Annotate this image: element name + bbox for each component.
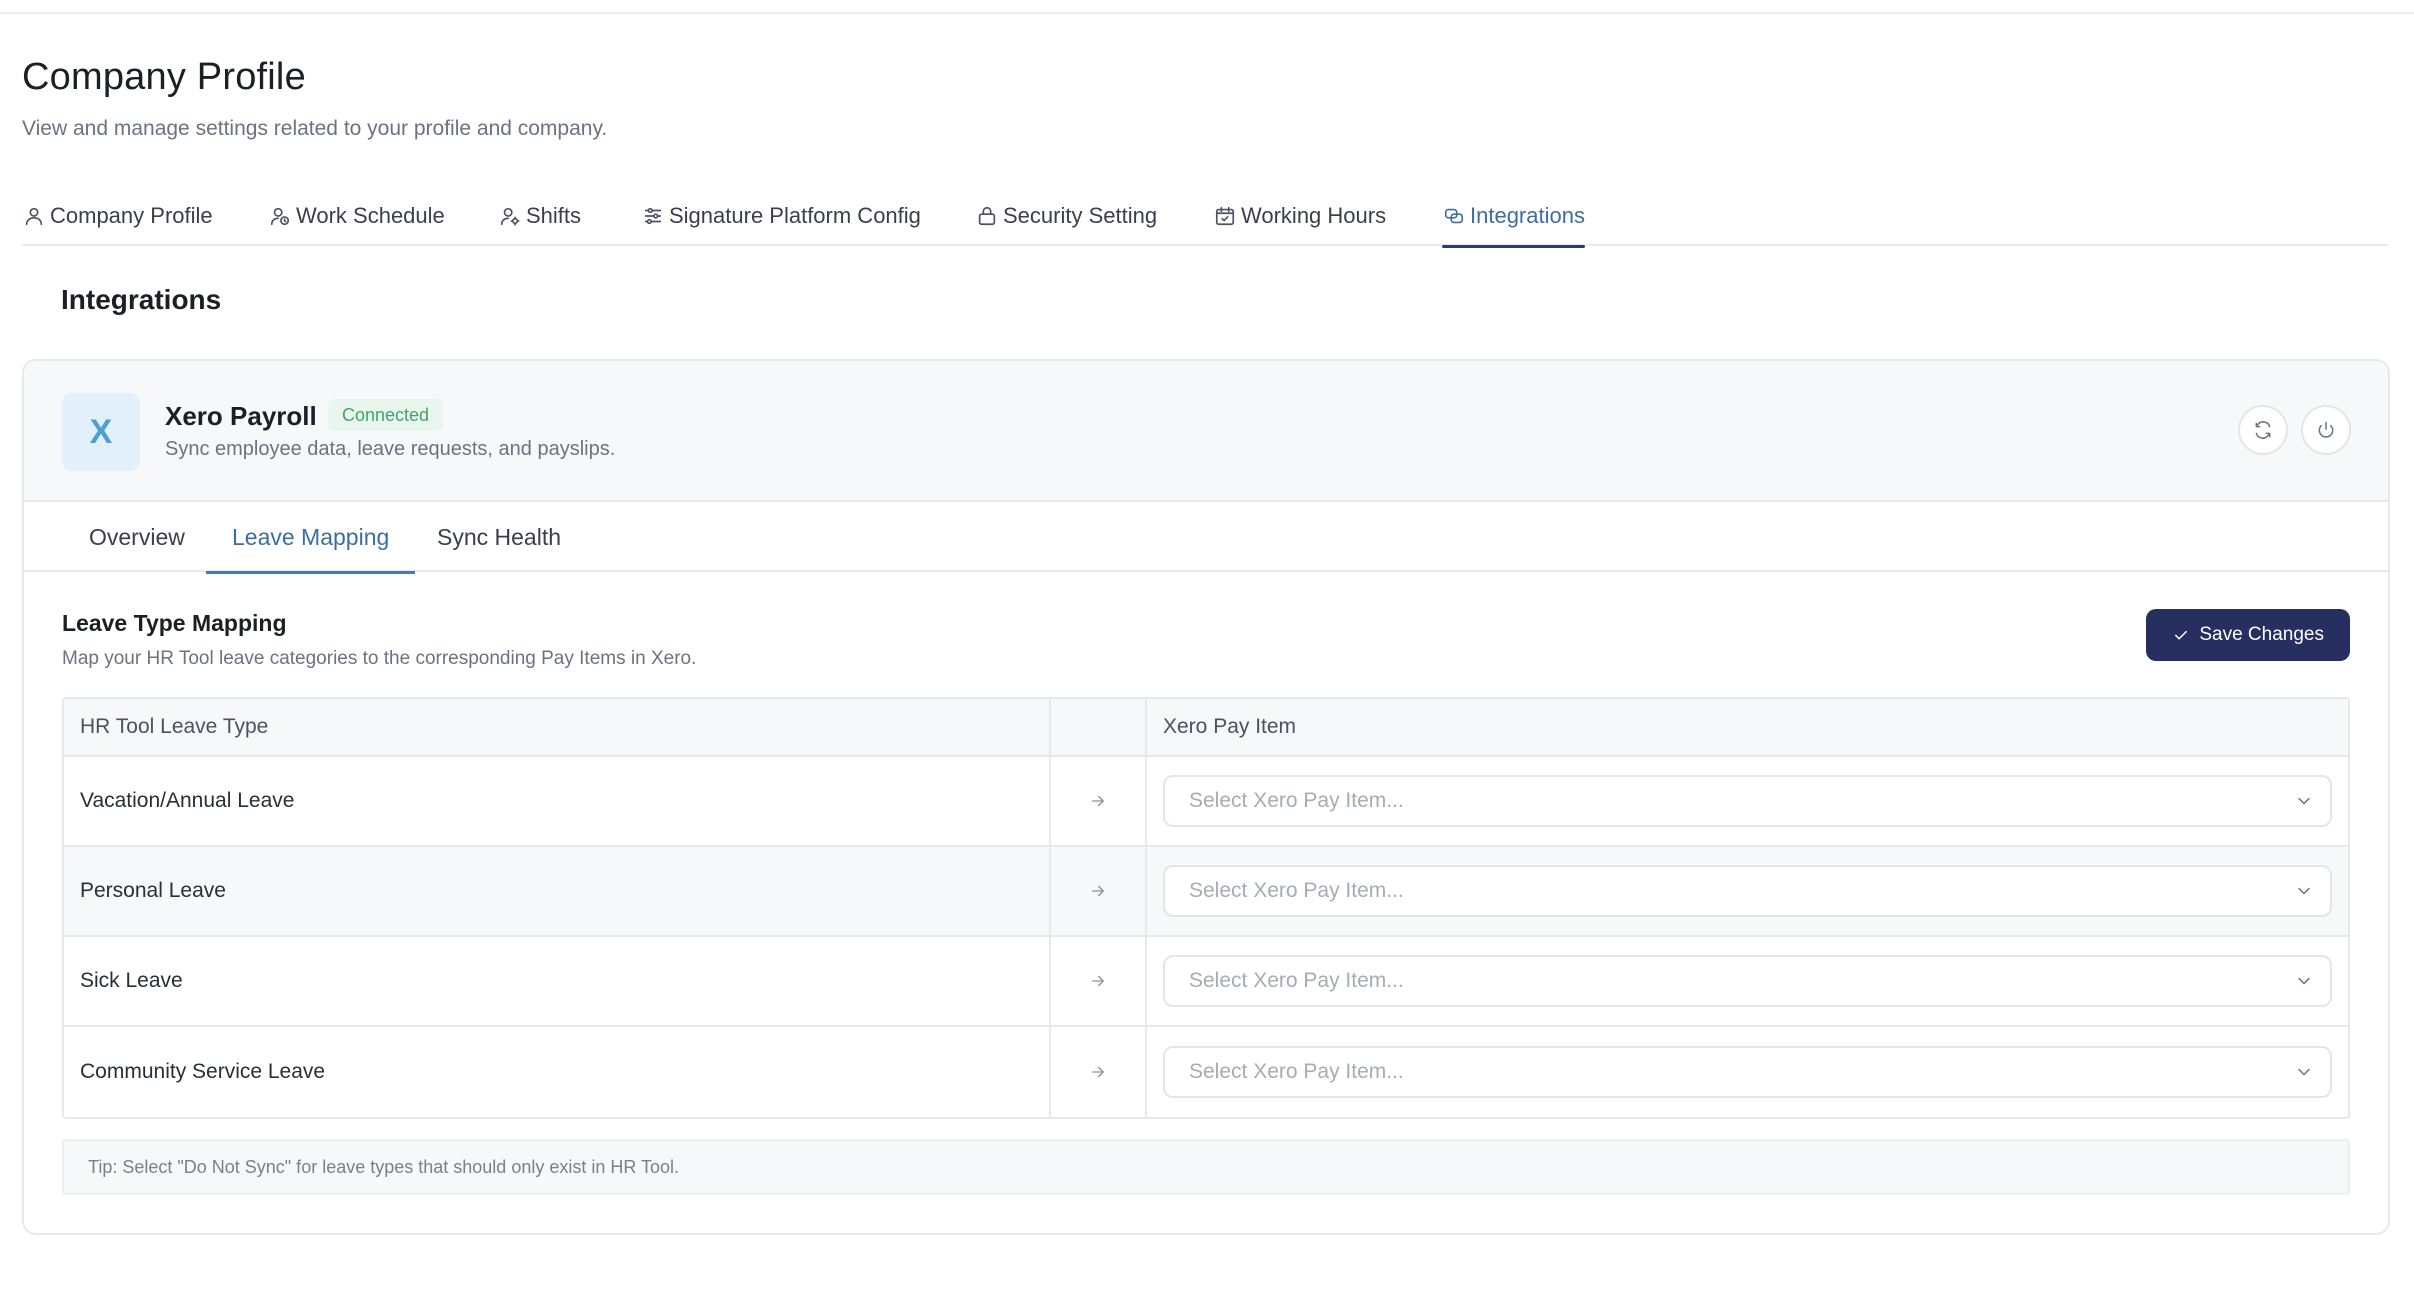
tab-working-hours[interactable]: Working Hours	[1213, 186, 1386, 246]
pay-item-select[interactable]: Select Xero Pay Item...	[1163, 775, 2332, 827]
integration-card: X Xero Payroll Connected Sync employee d…	[22, 359, 2390, 1235]
select-placeholder: Select Xero Pay Item...	[1189, 879, 1404, 902]
user-cog-icon	[498, 204, 522, 228]
top-divider	[0, 12, 2414, 14]
tab-label: Shifts	[526, 203, 582, 228]
tab-company-profile[interactable]: Company Profile	[22, 186, 213, 246]
tab-sync-health[interactable]: Sync Health	[437, 502, 561, 572]
xero-logo: X	[62, 393, 140, 471]
page-title: Company Profile	[22, 56, 306, 98]
column-header-leave-type: HR Tool Leave Type	[64, 699, 1051, 755]
select-placeholder: Select Xero Pay Item...	[1189, 1060, 1404, 1083]
status-badge: Connected	[328, 399, 444, 431]
pay-item-cell: Select Xero Pay Item...	[1147, 757, 2348, 845]
arrow-right-icon	[1092, 795, 1104, 807]
arrow-right-icon	[1092, 975, 1104, 987]
integration-description: Sync employee data, leave requests, and …	[165, 438, 616, 460]
arrow-right-icon	[1092, 1066, 1104, 1078]
tab-label: Integrations	[1470, 203, 1585, 228]
pay-item-cell: Select Xero Pay Item...	[1147, 847, 2348, 935]
arrow-right-icon	[1092, 885, 1104, 897]
check-icon	[2175, 630, 2188, 640]
column-header-arrow	[1051, 699, 1147, 755]
power-icon	[2318, 421, 2334, 438]
column-header-pay-item: Xero Pay Item	[1163, 715, 1297, 738]
tab-label: Company Profile	[50, 203, 213, 228]
arrow-cell	[1051, 757, 1147, 845]
tab-work-schedule[interactable]: Work Schedule	[268, 186, 445, 246]
leave-type-cell: Sick Leave	[64, 937, 1051, 1025]
tab-label: Signature Platform Config	[669, 203, 921, 228]
pay-item-cell: Select Xero Pay Item...	[1147, 937, 2348, 1025]
user-icon	[22, 204, 46, 228]
lock-icon	[975, 204, 999, 228]
mapping-table: HR Tool Leave Type Xero Pay Item Vacatio…	[62, 697, 2350, 1119]
table-row: Vacation/Annual Leave Select Xero Pay It…	[64, 757, 2348, 847]
integration-name: Xero Payroll	[165, 401, 317, 431]
pay-item-select[interactable]: Select Xero Pay Item...	[1163, 865, 2332, 917]
arrow-cell	[1051, 1027, 1147, 1117]
tab-signature-platform-config[interactable]: Signature Platform Config	[641, 186, 921, 246]
chevron-down-icon	[2298, 1068, 2310, 1076]
table-header: HR Tool Leave Type Xero Pay Item	[64, 699, 2348, 757]
chevron-down-icon	[2298, 887, 2310, 895]
pay-item-select[interactable]: Select Xero Pay Item...	[1163, 955, 2332, 1007]
page-subtitle: View and manage settings related to your…	[22, 117, 608, 140]
calendar-check-icon	[1213, 204, 1237, 228]
mapping-title: Leave Type Mapping	[62, 610, 287, 636]
tab-leave-mapping[interactable]: Leave Mapping	[205, 502, 416, 574]
chevron-down-icon	[2298, 797, 2310, 805]
disconnect-button[interactable]	[2301, 405, 2351, 455]
sliders-icon	[641, 204, 665, 228]
tab-overview[interactable]: Overview	[89, 502, 185, 572]
link-icon	[1442, 204, 1466, 228]
table-row: Personal Leave Select Xero Pay Item...	[64, 847, 2348, 937]
select-placeholder: Select Xero Pay Item...	[1189, 969, 1404, 992]
page-header: Company Profile View and manage settings…	[22, 56, 607, 141]
leave-type-cell: Community Service Leave	[64, 1027, 1051, 1117]
tab-integrations[interactable]: Integrations	[1442, 186, 1585, 248]
integration-tabs: Overview Leave Mapping Sync Health	[24, 502, 2388, 574]
table-row: Community Service Leave Select Xero Pay …	[64, 1027, 2348, 1117]
leave-type-cell: Personal Leave	[64, 847, 1051, 935]
leave-type-cell: Vacation/Annual Leave	[64, 757, 1051, 845]
mapping-subtitle: Map your HR Tool leave categories to the…	[62, 648, 697, 669]
section-title: Integrations	[61, 284, 222, 315]
pay-item-cell: Select Xero Pay Item...	[1147, 1027, 2348, 1117]
tab-shifts[interactable]: Shifts	[498, 186, 581, 246]
tip-note: Tip: Select "Do Not Sync" for leave type…	[62, 1139, 2350, 1195]
refresh-button[interactable]	[2238, 405, 2288, 455]
user-clock-icon	[268, 204, 292, 228]
save-label: Save Changes	[2199, 624, 2324, 645]
save-changes-button[interactable]: Save Changes	[2146, 609, 2350, 661]
arrow-cell	[1051, 937, 1147, 1025]
settings-tabs: Company Profile Work Schedule Shifts Sig…	[22, 186, 2388, 248]
tab-label: Security Setting	[1003, 203, 1158, 228]
tab-label: Working Hours	[1241, 203, 1387, 228]
pay-item-select[interactable]: Select Xero Pay Item...	[1163, 1046, 2332, 1098]
tab-label: Work Schedule	[296, 203, 445, 228]
integration-header: X Xero Payroll Connected Sync employee d…	[24, 361, 2388, 502]
refresh-icon	[2255, 421, 2271, 439]
select-placeholder: Select Xero Pay Item...	[1189, 789, 1404, 812]
table-row: Sick Leave Select Xero Pay Item...	[64, 937, 2348, 1027]
chevron-down-icon	[2298, 977, 2310, 985]
tab-security-setting[interactable]: Security Setting	[975, 186, 1157, 246]
arrow-cell	[1051, 847, 1147, 935]
